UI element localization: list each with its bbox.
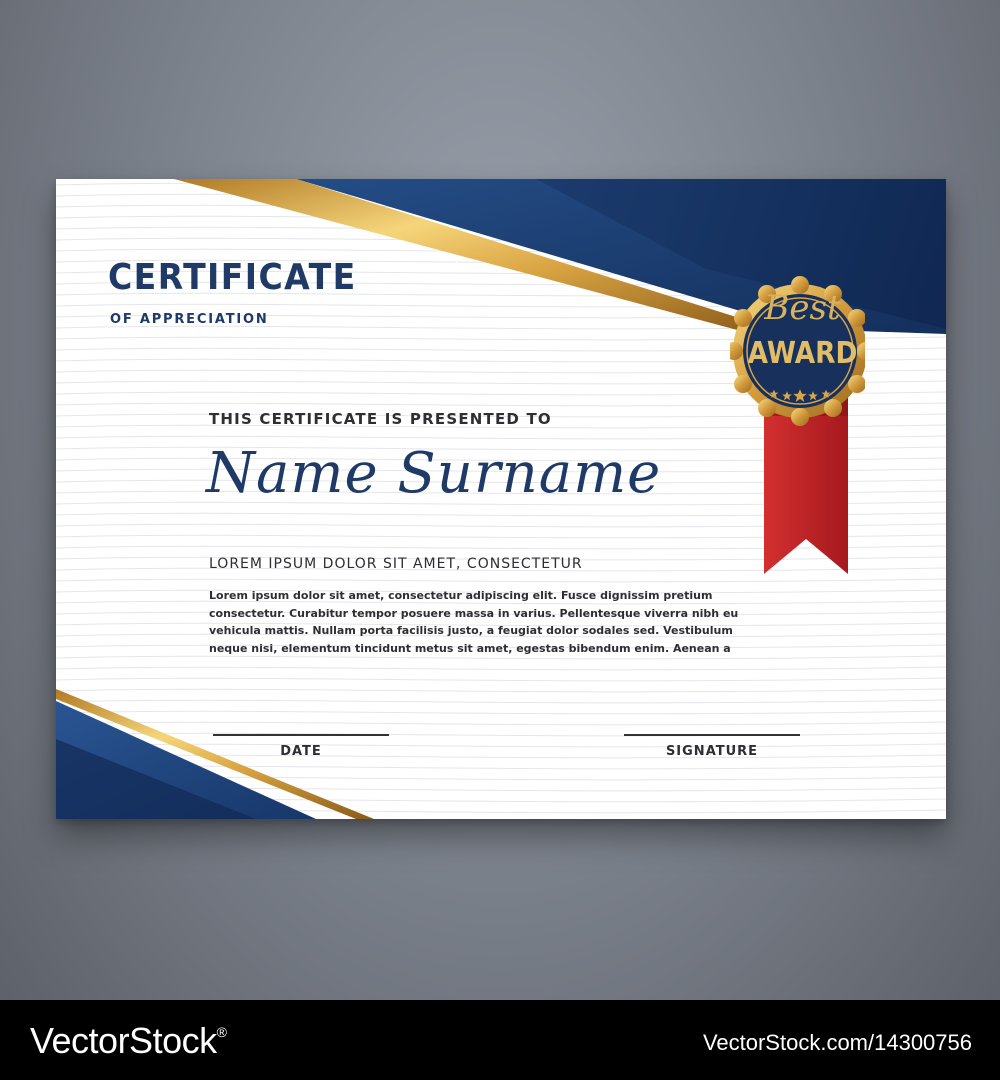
registered-mark: ® <box>216 1024 227 1040</box>
presented-to-label: THIS CERTIFICATE IS PRESENTED TO <box>209 410 552 428</box>
brand-name: VectorStock <box>30 1020 217 1061</box>
signature-line <box>624 734 800 736</box>
body-line: consectetur. Curabitur tempor posuere ma… <box>209 606 739 620</box>
badge-award-text: AWARD <box>747 336 858 371</box>
badge-best-text: Best <box>764 288 841 328</box>
certificate-title: CERTIFICATE <box>108 257 357 298</box>
body-line: Lorem ipsum dolor sit amet, consectetur … <box>209 589 713 602</box>
date-line <box>213 734 389 736</box>
certificate-subtitle: OF APPRECIATION <box>110 312 269 327</box>
description-body: Lorem ipsum dolor sit amet, consectetur … <box>209 587 764 657</box>
watermark-footer: VectorStock® VectorStock.com/14300756 <box>0 1000 1000 1080</box>
date-label: DATE <box>280 744 322 759</box>
body-line: vehicula mattis. Nullam porta facilisis … <box>209 624 733 637</box>
vectorstock-logo: VectorStock® <box>30 1020 227 1062</box>
description-heading: LOREM IPSUM DOLOR SIT AMET, CONSECTETUR <box>209 556 583 572</box>
body-line: neque nisi, elementum tincidunt metus si… <box>209 641 731 655</box>
stage: CERTIFICATE OF APPRECIATION THIS CERTIFI… <box>0 0 1000 1000</box>
recipient-name[interactable]: Name Surname <box>206 441 661 506</box>
signature-label: SIGNATURE <box>665 744 759 759</box>
image-id: VectorStock.com/14300756 <box>702 1030 972 1055</box>
